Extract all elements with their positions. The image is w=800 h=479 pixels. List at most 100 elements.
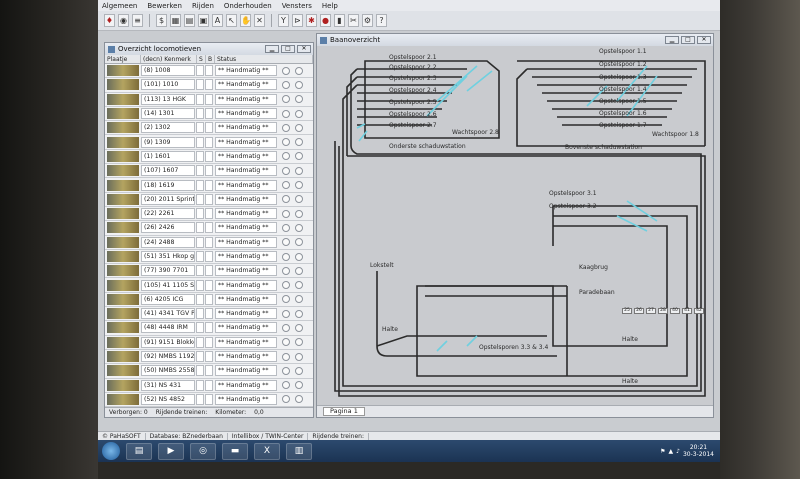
loco-row[interactable]: (18) 1619 ** Handmatig ** <box>105 178 313 193</box>
loco-row[interactable]: (113) 13 HGK ** Handmatig ** <box>105 93 313 107</box>
text-icon[interactable]: A <box>212 14 223 27</box>
menu-rijden[interactable]: Rijden <box>192 2 214 10</box>
loco-s-field[interactable] <box>196 308 204 320</box>
loco-radio-2[interactable] <box>295 366 303 375</box>
loco-radio-2[interactable] <box>295 138 303 147</box>
loco-s-field[interactable] <box>196 351 204 363</box>
loco-b-field[interactable] <box>205 165 213 177</box>
dollar-icon[interactable]: $ <box>156 14 167 27</box>
loco-b-field[interactable] <box>205 150 213 162</box>
menu-help[interactable]: Help <box>322 2 338 10</box>
loco-radio-2[interactable] <box>295 381 303 390</box>
loco-b-field[interactable] <box>205 65 213 77</box>
loco-b-field[interactable] <box>205 236 213 248</box>
loco-radio-2[interactable] <box>295 123 303 132</box>
menu-bewerken[interactable]: Bewerken <box>147 2 182 10</box>
loco-radio-2[interactable] <box>295 252 303 261</box>
loco-s-field[interactable] <box>196 279 204 291</box>
loco-s-field[interactable] <box>196 179 204 191</box>
tools-icon[interactable]: ✂ <box>348 14 359 27</box>
loco-s-field[interactable] <box>196 136 204 148</box>
loco-row[interactable]: (26) 2426 ** Handmatig ** <box>105 221 313 236</box>
train-icon[interactable]: ▣ <box>198 14 209 27</box>
loco-s-field[interactable] <box>196 79 204 91</box>
loco-radio-1[interactable] <box>282 338 290 347</box>
loco-b-field[interactable] <box>205 279 213 291</box>
loco-row[interactable]: (51) 351 Hkop gex ** Handmatig ** <box>105 250 313 265</box>
loco-s-field[interactable] <box>196 150 204 162</box>
loco-radio-1[interactable] <box>282 66 290 75</box>
loco-row[interactable]: (77) 390 7701 ** Handmatig ** <box>105 264 313 279</box>
loco-b-field[interactable] <box>205 308 213 320</box>
loco-window-titlebar[interactable]: Overzicht locomotieven ▁ □ ✕ <box>105 43 313 55</box>
loco-s-field[interactable] <box>196 222 204 234</box>
loco-b-field[interactable] <box>205 351 213 363</box>
loco-radio-1[interactable] <box>282 80 290 89</box>
col-kenmerk[interactable]: (decn) Kenmerk <box>141 55 197 63</box>
loco-s-field[interactable] <box>196 265 204 277</box>
delete-icon[interactable]: ✕ <box>254 14 265 27</box>
loco-s-field[interactable] <box>196 208 204 220</box>
block-number[interactable]: 40 <box>670 308 680 314</box>
menu-algemeen[interactable]: Algemeen <box>102 2 137 10</box>
maximize-button[interactable]: □ <box>681 36 695 44</box>
loco-row[interactable]: (20) 2011 Sprinter ** Handmatig ** <box>105 193 313 207</box>
link-icon[interactable]: ⊳ <box>292 14 303 27</box>
loco-s-field[interactable] <box>196 379 204 391</box>
table-icon[interactable]: ▤ <box>184 14 195 27</box>
loco-b-field[interactable] <box>205 179 213 191</box>
media-player-icon[interactable]: ▶ <box>158 442 184 460</box>
loco-radio-2[interactable] <box>295 66 303 75</box>
block-number[interactable]: 27 <box>646 308 656 314</box>
hand-icon[interactable]: ✋ <box>240 14 251 27</box>
loco-radio-1[interactable] <box>282 295 290 304</box>
volume-icon[interactable]: ♪ <box>676 448 680 455</box>
loco-b-field[interactable] <box>205 251 213 262</box>
signal-icon[interactable]: ♦ <box>104 14 115 27</box>
loco-radio-2[interactable] <box>295 323 303 332</box>
loco-row[interactable]: (9) 1309 ** Handmatig ** <box>105 135 313 150</box>
close-button[interactable]: ✕ <box>297 45 311 53</box>
loco-row[interactable]: (105) 41 1105 SSN ** Handmatig ** <box>105 278 313 293</box>
train-app-icon[interactable]: ▬ <box>222 442 248 460</box>
loco-b-field[interactable] <box>205 208 213 220</box>
grid-icon[interactable]: ▦ <box>170 14 181 27</box>
block-number[interactable]: 42 <box>694 308 704 314</box>
loco-row[interactable]: (14) 1301 ** Handmatig ** <box>105 107 313 122</box>
block-number[interactable]: 25 <box>622 308 632 314</box>
location-icon[interactable]: ◉ <box>118 14 129 27</box>
loco-row[interactable]: (1) 1601 ** Handmatig ** <box>105 150 313 165</box>
chrome-icon[interactable]: ◎ <box>190 442 216 460</box>
clock[interactable]: 20:21 30-3-2014 <box>683 444 714 458</box>
track-window-titlebar[interactable]: Baanoverzicht ▁ □ ✕ <box>317 34 713 46</box>
loco-row[interactable]: (41) 4341 TGV PK ** Handmatig ** <box>105 307 313 322</box>
loco-radio-1[interactable] <box>282 238 290 247</box>
loco-radio-2[interactable] <box>295 309 303 318</box>
excel-icon[interactable]: X <box>254 442 280 460</box>
loco-b-field[interactable] <box>205 379 213 391</box>
loco-b-field[interactable] <box>205 122 213 134</box>
block-number[interactable]: 26 <box>634 308 644 314</box>
start-button[interactable] <box>102 442 120 460</box>
loco-radio-2[interactable] <box>295 223 303 232</box>
loco-radio-2[interactable] <box>295 238 303 247</box>
col-status[interactable]: Status <box>215 55 313 63</box>
loco-radio-2[interactable] <box>295 181 303 190</box>
loco-row[interactable]: (107) 1607 ** Handmatig ** <box>105 164 313 179</box>
loco-radio-1[interactable] <box>282 209 290 218</box>
loco-b-field[interactable] <box>205 393 213 405</box>
loco-s-field[interactable] <box>196 393 204 405</box>
col-b[interactable]: B <box>206 55 215 63</box>
loco-radio-2[interactable] <box>295 281 303 290</box>
loco-radio-2[interactable] <box>295 80 303 89</box>
explorer-icon[interactable]: ▤ <box>126 442 152 460</box>
loco-s-field[interactable] <box>196 193 204 205</box>
drop-icon[interactable]: ▮ <box>334 14 345 27</box>
loco-radio-2[interactable] <box>295 352 303 361</box>
menu-onderhouden[interactable]: Onderhouden <box>224 2 272 10</box>
loco-radio-1[interactable] <box>282 381 290 390</box>
loco-s-field[interactable] <box>196 365 204 377</box>
block-number[interactable]: 41 <box>682 308 692 314</box>
database-icon[interactable]: ▥ <box>286 442 312 460</box>
loco-radio-2[interactable] <box>295 152 303 161</box>
